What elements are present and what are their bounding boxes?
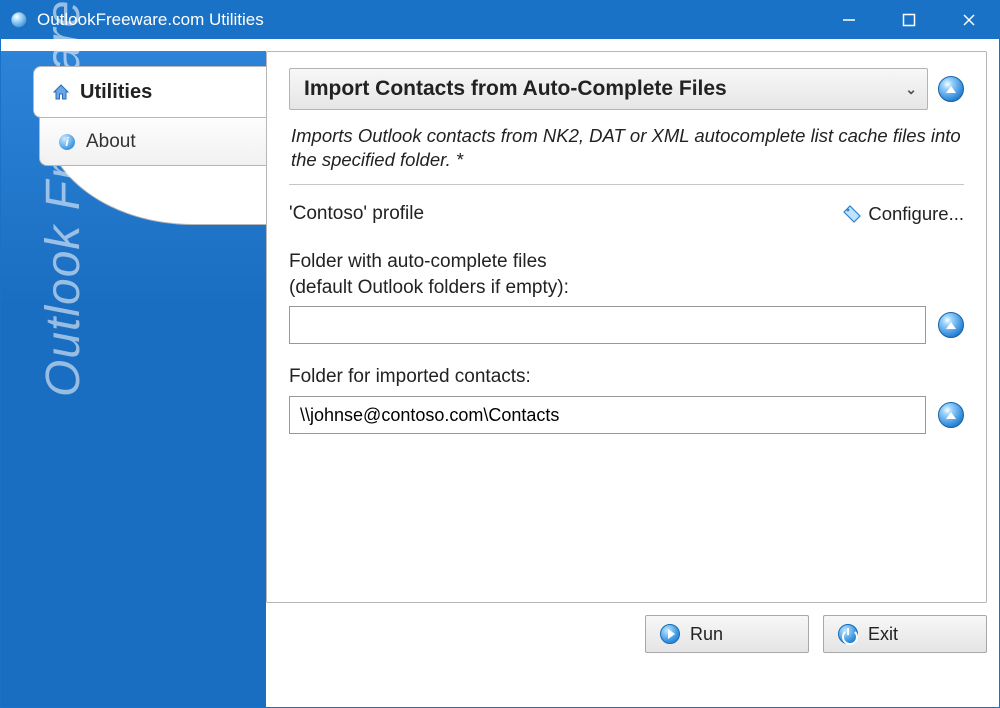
sidebar-tabs: Utilities i About — [33, 66, 266, 166]
tag-icon — [842, 204, 862, 224]
contacts-folder-input[interactable] — [289, 396, 926, 434]
main-area: Import Contacts from Auto-Complete Files… — [266, 39, 999, 707]
field2-row — [289, 396, 964, 434]
window-controls — [819, 1, 999, 39]
titlebar[interactable]: OutlookFreeware.com Utilities — [1, 1, 999, 39]
triangle-up-icon — [946, 86, 956, 93]
minimize-icon — [842, 13, 856, 27]
run-label: Run — [690, 624, 723, 645]
play-icon — [660, 624, 680, 644]
app-icon — [11, 12, 27, 28]
configure-link[interactable]: Configure... — [842, 203, 964, 225]
triangle-up-icon — [946, 322, 956, 329]
tab-utilities-label: Utilities — [80, 81, 152, 104]
browse-button-1[interactable] — [938, 312, 964, 338]
tab-about-label: About — [86, 131, 136, 153]
exit-button[interactable]: Exit — [823, 615, 987, 653]
window-title: OutlookFreeware.com Utilities — [37, 10, 819, 30]
configure-label: Configure... — [868, 203, 964, 225]
field2-label: Folder for imported contacts: — [289, 364, 964, 390]
run-button[interactable]: Run — [645, 615, 809, 653]
maximize-icon — [902, 13, 916, 27]
utility-name: Import Contacts from Auto-Complete Files — [304, 77, 727, 101]
home-icon — [52, 83, 70, 101]
info-icon: i — [58, 133, 76, 151]
client-area: Utilities i About Outlook Freeware .com … — [1, 39, 999, 707]
chevron-down-icon: ⌄ — [905, 81, 917, 98]
tab-about[interactable]: i About — [39, 118, 266, 166]
minimize-button[interactable] — [819, 1, 879, 39]
utility-header: Import Contacts from Auto-Complete Files… — [289, 68, 964, 110]
tab-utilities[interactable]: Utilities — [33, 66, 266, 118]
browse-button-2[interactable] — [938, 402, 964, 428]
maximize-button[interactable] — [879, 1, 939, 39]
power-icon — [838, 624, 858, 644]
sidebar: Utilities i About Outlook Freeware .com — [1, 39, 266, 707]
profile-label: 'Contoso' profile — [289, 203, 424, 225]
action-buttons: Run Exit — [266, 603, 987, 653]
utility-dropdown[interactable]: Import Contacts from Auto-Complete Files… — [289, 68, 928, 110]
field1-label: Folder with auto-complete files (default… — [289, 249, 964, 300]
utility-description: Imports Outlook contacts from NK2, DAT o… — [291, 124, 962, 172]
main-panel: Import Contacts from Auto-Complete Files… — [266, 51, 987, 603]
close-button[interactable] — [939, 1, 999, 39]
field1-row — [289, 306, 964, 344]
exit-label: Exit — [868, 624, 898, 645]
app-window: OutlookFreeware.com Utilities Utilities — [0, 0, 1000, 708]
autocomplete-folder-input[interactable] — [289, 306, 926, 344]
profile-row: 'Contoso' profile Configure... — [289, 203, 964, 225]
collapse-button[interactable] — [938, 76, 964, 102]
triangle-up-icon — [946, 412, 956, 419]
close-icon — [962, 13, 976, 27]
divider — [289, 184, 964, 185]
